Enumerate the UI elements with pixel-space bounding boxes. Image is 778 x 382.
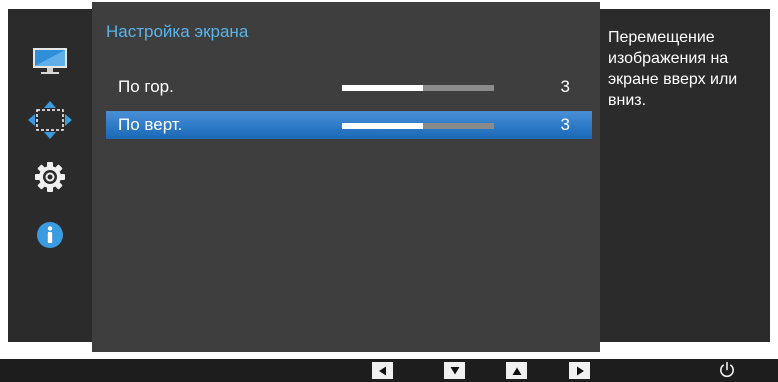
- gear-icon: [35, 162, 65, 192]
- help-text: Перемещение изображения на экране вверх …: [608, 29, 738, 109]
- slider-fill: [342, 123, 423, 129]
- help-panel: Перемещение изображения на экране вверх …: [600, 9, 770, 342]
- right-arrow-icon: [576, 366, 584, 375]
- power-icon[interactable]: [718, 361, 736, 379]
- sidebar-item-picture[interactable]: [8, 41, 92, 81]
- left-button[interactable]: [372, 362, 393, 379]
- position-arrows-icon: [28, 101, 72, 139]
- left-arrow-icon: [378, 366, 386, 375]
- vertical-position-row[interactable]: По верт. 3: [106, 111, 592, 139]
- row-value: 3: [560, 77, 570, 96]
- sidebar-item-information[interactable]: [8, 215, 92, 255]
- horizontal-position-slider[interactable]: [342, 85, 494, 91]
- vertical-position-slider[interactable]: [342, 123, 494, 129]
- up-button[interactable]: [506, 362, 527, 379]
- up-arrow-icon: [512, 367, 521, 375]
- sidebar-item-system[interactable]: [8, 157, 92, 197]
- osd-category-sidebar: [8, 9, 92, 342]
- row-label: По верт.: [118, 115, 183, 134]
- screen-adjust-panel: Настройка экрана По гор. 3 По верт. 3: [92, 2, 600, 352]
- sidebar-item-screen-adjust[interactable]: [8, 100, 92, 140]
- row-value: 3: [560, 115, 570, 134]
- info-icon: [37, 222, 63, 248]
- down-arrow-icon: [450, 366, 459, 374]
- down-button[interactable]: [444, 362, 465, 379]
- button-guide-bar: [0, 359, 778, 382]
- right-button[interactable]: [569, 362, 590, 379]
- menu-title: Настройка экрана: [106, 22, 249, 41]
- row-label: По гор.: [118, 77, 174, 96]
- horizontal-position-row[interactable]: По гор. 3: [106, 73, 592, 101]
- slider-fill: [342, 85, 423, 91]
- monitor-icon: [33, 48, 67, 74]
